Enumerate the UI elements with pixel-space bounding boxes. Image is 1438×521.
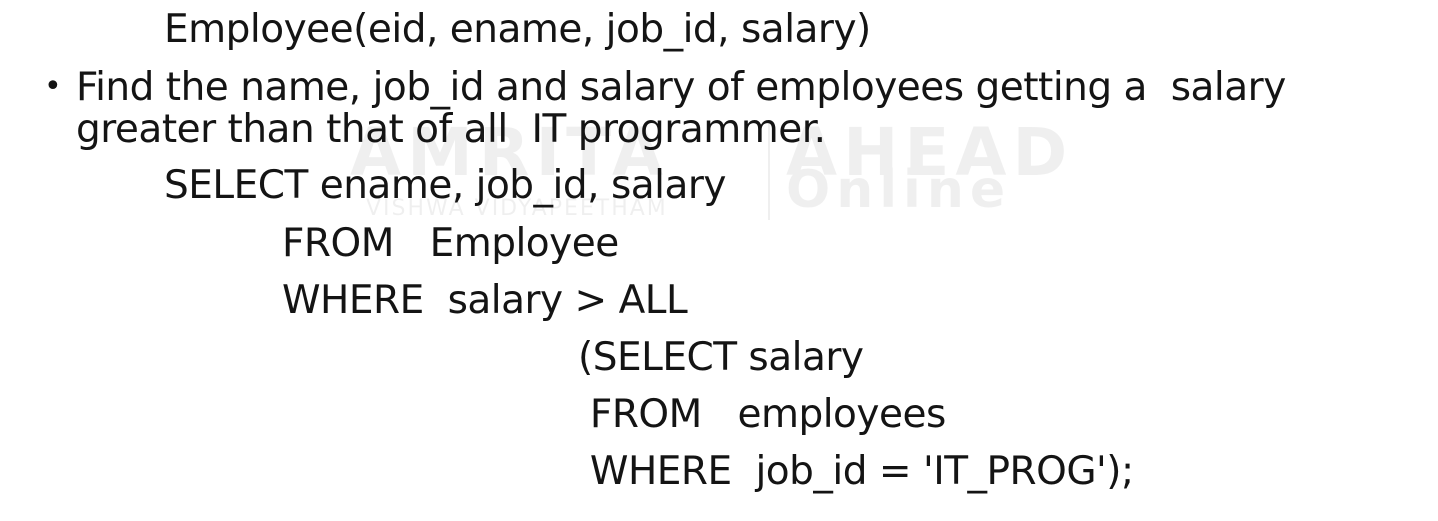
schema-line: Employee(eid, ename, job_id, salary) [164,7,871,52]
query-where-line: WHERE salary > ALL [282,278,688,323]
query-select-line: SELECT ename, job_id, salary [164,163,727,208]
watermark-brand-right-sub: Online [786,160,1012,220]
subquery-from-line: FROM employees [578,392,946,437]
subquery-where-line: WHERE job_id = 'IT_PROG'); [578,449,1134,494]
bullet-icon: • [44,69,62,104]
question-line-1: Find the name, job_id and salary of empl… [76,65,1286,110]
subquery-select-line: (SELECT salary [578,335,864,380]
question-line-2: greater than that of all IT programmer. [76,107,826,152]
slide: AMRITA VISHWA VIDYAPEETHAM AHEAD Online … [0,0,1438,521]
query-from-line: FROM Employee [282,221,619,266]
